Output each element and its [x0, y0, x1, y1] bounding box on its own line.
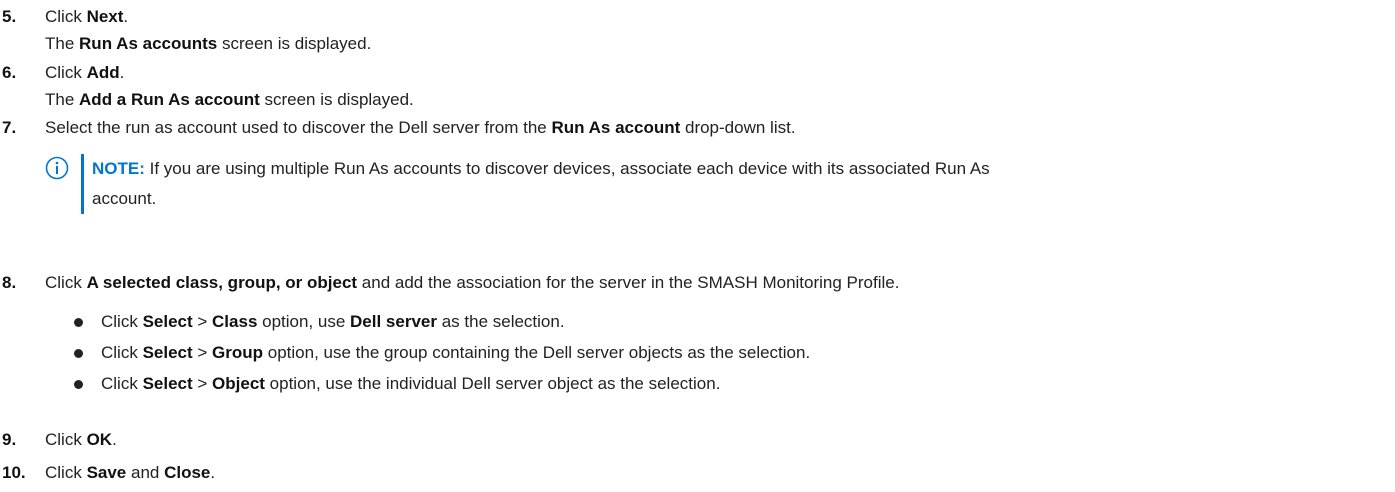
step-8: 8. Click A selected class, group, or obj… — [2, 273, 900, 393]
info-circle-icon — [45, 156, 69, 180]
ui-term: Save — [86, 463, 127, 482]
step-6: 6. Click Add. The Add a Run As account s… — [0, 61, 1380, 111]
bullet-dot — [74, 318, 83, 327]
step-number: 5. — [2, 7, 17, 26]
step-number: 10. — [2, 463, 26, 482]
step-instruction: Click Add. — [45, 63, 125, 82]
step-number: 6. — [2, 63, 17, 82]
ui-term: Next — [86, 7, 124, 26]
bullet-dot — [74, 380, 83, 389]
ui-term: Add — [86, 63, 120, 82]
step-number: 8. — [2, 273, 17, 292]
ui-term: Run As account — [551, 118, 681, 137]
step-result: The Add a Run As account screen is displ… — [45, 90, 414, 109]
step-number: 7. — [2, 118, 17, 137]
step-5: 5. Click Next. The Run As accounts scree… — [0, 5, 1380, 55]
step-instruction: Select the run as account used to discov… — [45, 118, 796, 137]
step-instruction: Click A selected class, group, or object… — [45, 273, 900, 292]
step-9: 9. Click OK. — [0, 428, 1380, 452]
ui-term: OK — [86, 430, 113, 449]
ui-term: Run As accounts — [79, 34, 218, 53]
ui-term: A selected class, group, or object — [86, 273, 358, 292]
step-instruction: Click Next. — [45, 7, 129, 26]
ui-term: Add a Run As account — [79, 90, 260, 109]
bullet-dot — [74, 349, 83, 358]
note-accent-bar — [81, 154, 84, 214]
step-result: The Run As accounts screen is displayed. — [45, 34, 372, 53]
note-title: NOTE: — [92, 159, 145, 178]
step-number: 9. — [2, 430, 17, 449]
step-instruction: Click Save and Close. — [45, 463, 216, 482]
note-callout: NOTE: If you are using multiple Run As a… — [45, 154, 1385, 214]
step-10: 10. Click Save and Close. — [0, 461, 1380, 485]
ui-term: Close — [164, 463, 211, 482]
note-text: NOTE: If you are using multiple Run As a… — [92, 159, 990, 208]
step-instruction: Click OK. — [45, 430, 117, 449]
step-7: 7. Select the run as account used to dis… — [0, 116, 1380, 276]
